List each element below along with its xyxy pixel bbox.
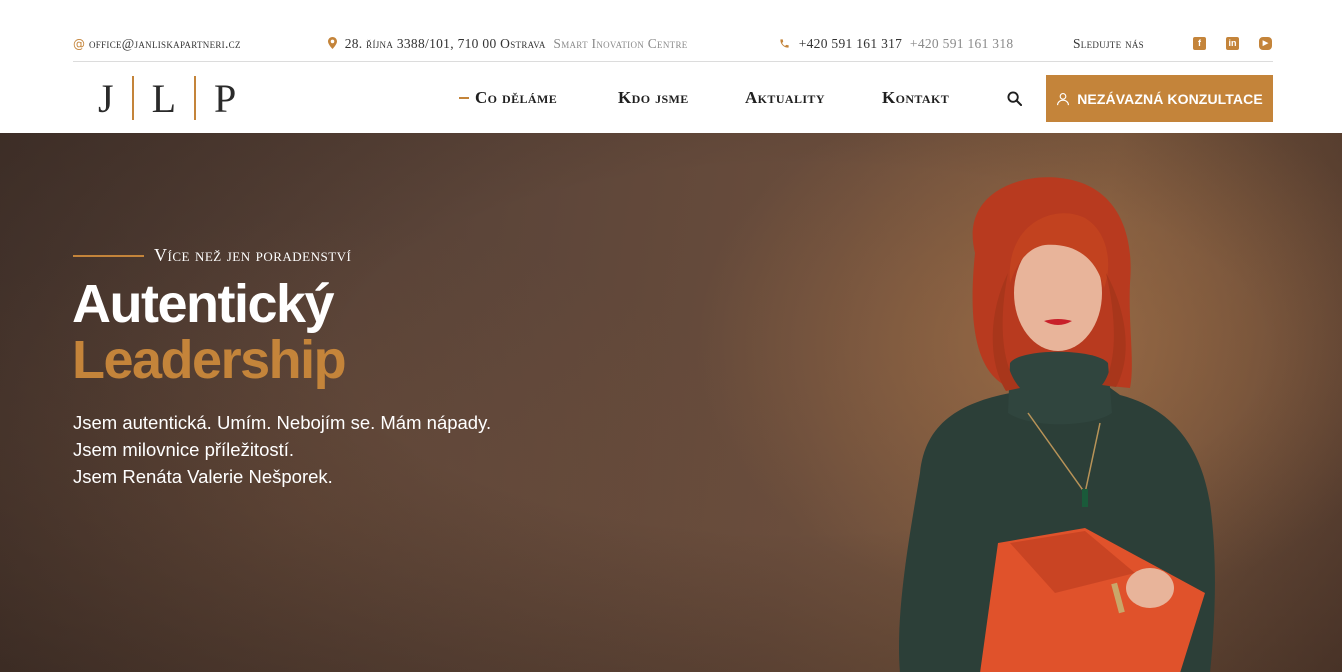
map-pin-icon <box>328 37 337 49</box>
hero-title-line-2: Leadership <box>72 330 347 390</box>
logo-letter-l: L <box>151 75 177 121</box>
hero-line: Jsem autentická. Umím. Nebojím se. Mám n… <box>73 412 492 433</box>
hero-title-line-1: Autentický <box>72 274 335 334</box>
hero-portrait-image <box>899 177 1215 672</box>
phone-icon <box>780 39 789 48</box>
logo-divider <box>131 76 134 120</box>
hero-line: Jsem Renáta Valerie Nešporek. <box>73 466 333 487</box>
hero-eyebrow: Více než jen poradenství <box>73 245 351 266</box>
consultation-button-label: NEZÁVAZNÁ KONZULTACE <box>1077 90 1263 107</box>
nav-label: Co děláme <box>475 88 558 107</box>
contact-address: 28. října 3388/101, 710 00 Ostrava Smart… <box>328 36 688 52</box>
eyebrow-text: Více než jen poradenství <box>154 245 352 265</box>
phone-primary: +420 591 161 317 <box>798 36 903 51</box>
contact-phone[interactable]: +420 591 161 317 +420 591 161 318 <box>779 36 1013 52</box>
nav-item-aktuality[interactable]: Aktuality <box>745 88 825 108</box>
site-logo[interactable]: J L P <box>98 74 236 122</box>
address-text: 28. října 3388/101, 710 00 Ostrava <box>344 36 546 51</box>
youtube-icon[interactable]: ▶ <box>1259 37 1272 50</box>
hero-section: Více než jen poradenství Autentický Lead… <box>0 133 1342 672</box>
active-nav-indicator <box>459 96 469 99</box>
address-note: Smart Inovation Centre <box>553 36 688 51</box>
nav-item-co-delame[interactable]: Co děláme <box>459 88 557 108</box>
user-icon <box>1057 92 1070 105</box>
eyebrow-line <box>73 254 144 257</box>
follow-label: Sledujte nás <box>1073 36 1144 51</box>
at-icon: @ <box>73 37 86 51</box>
nav-item-kontakt[interactable]: Kontakt <box>882 88 949 108</box>
phone-secondary: +420 591 161 318 <box>909 36 1014 51</box>
logo-letter-j: J <box>98 75 114 121</box>
email-text: office@janliskapartneri.cz <box>89 36 241 51</box>
hero-description: Jsem autentická. Umím. Nebojím se. Mám n… <box>73 409 491 490</box>
contact-email[interactable]: @ office@janliskapartneri.cz <box>73 36 241 52</box>
logo-letter-p: P <box>214 75 237 121</box>
linkedin-icon[interactable]: in <box>1226 37 1239 50</box>
hero-line: Jsem milovnice příležitostí. <box>73 439 295 460</box>
search-icon[interactable] <box>1007 91 1022 106</box>
facebook-icon[interactable]: f <box>1193 37 1206 50</box>
top-info-bar: @ office@janliskapartneri.cz 28. října 3… <box>73 0 1273 62</box>
consultation-button[interactable]: NEZÁVAZNÁ KONZULTACE <box>1046 75 1273 122</box>
nav-item-kdo-jsme[interactable]: Kdo jsme <box>618 88 689 108</box>
logo-divider <box>194 76 197 120</box>
